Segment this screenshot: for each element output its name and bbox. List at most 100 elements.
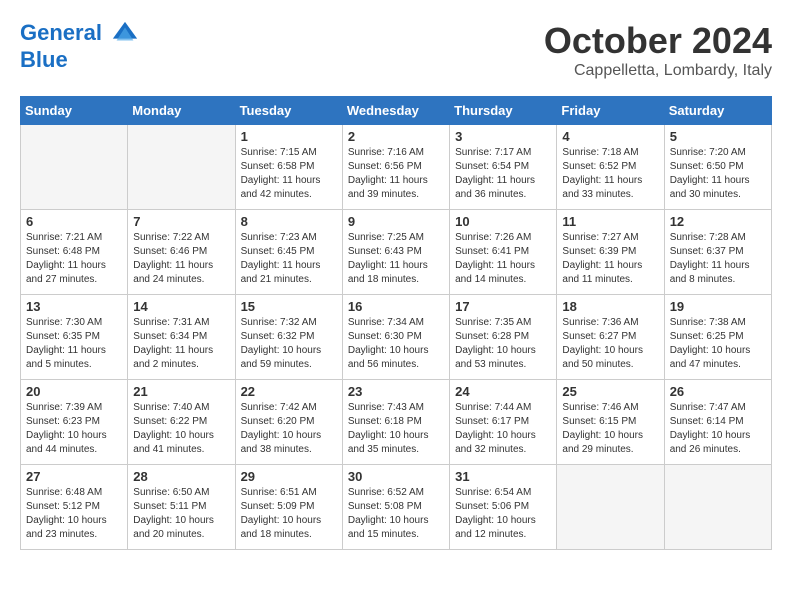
calendar-day-cell: 27 Sunrise: 6:48 AM Sunset: 5:12 PM Dayli… — [21, 465, 128, 550]
calendar-day-cell: 11 Sunrise: 7:27 AM Sunset: 6:39 PM Dayli… — [557, 210, 664, 295]
day-number: 3 — [455, 129, 551, 144]
day-number: 18 — [562, 299, 658, 314]
calendar-day-cell: 14 Sunrise: 7:31 AM Sunset: 6:34 PM Dayli… — [128, 295, 235, 380]
calendar-day-cell: 3 Sunrise: 7:17 AM Sunset: 6:54 PM Daylig… — [450, 125, 557, 210]
calendar-week-row: 13Sunrise: 7:30 AM Sunset: 6:35 PM Dayli… — [21, 295, 772, 380]
day-number: 23 — [348, 384, 444, 399]
day-info: Sunrise: 7:28 AM Sunset: 6:37 PM Dayligh… — [670, 231, 766, 287]
day-number: 15 — [241, 299, 337, 314]
day-info: Sunrise: 7:47 AM Sunset: 6:14 PM Dayligh… — [670, 401, 766, 457]
calendar-day-cell — [21, 125, 128, 210]
calendar-day-cell: 2 Sunrise: 7:16 AM Sunset: 6:56 PM Daylig… — [342, 125, 449, 210]
day-info: Sunrise: 6:48 AM Sunset: 5:12 PM Dayligh… — [26, 486, 122, 542]
day-number: 19 — [670, 299, 766, 314]
calendar-week-row: 1Sunrise: 7:15 AM Sunset: 6:58 PM Daylig… — [21, 125, 772, 210]
day-number: 20 — [26, 384, 122, 399]
day-info: Sunrise: 7:39 AM Sunset: 6:23 PM Dayligh… — [26, 401, 122, 457]
day-info: Sunrise: 7:36 AM Sunset: 6:27 PM Dayligh… — [562, 316, 658, 372]
day-number: 11 — [562, 214, 658, 229]
logo-icon — [111, 20, 139, 48]
day-number: 12 — [670, 214, 766, 229]
day-number: 2 — [348, 129, 444, 144]
calendar-day-cell: 19 Sunrise: 7:38 AM Sunset: 6:25 PM Dayli… — [664, 295, 771, 380]
weekday-header: Thursday — [450, 97, 557, 125]
calendar-header-row: SundayMondayTuesdayWednesdayThursdayFrid… — [21, 97, 772, 125]
day-number: 16 — [348, 299, 444, 314]
day-number: 31 — [455, 469, 551, 484]
day-info: Sunrise: 7:27 AM Sunset: 6:39 PM Dayligh… — [562, 231, 658, 287]
calendar-day-cell: 6 Sunrise: 7:21 AM Sunset: 6:48 PM Daylig… — [21, 210, 128, 295]
calendar-day-cell — [128, 125, 235, 210]
calendar-day-cell: 23 Sunrise: 7:43 AM Sunset: 6:18 PM Dayli… — [342, 380, 449, 465]
weekday-header: Wednesday — [342, 97, 449, 125]
day-info: Sunrise: 7:42 AM Sunset: 6:20 PM Dayligh… — [241, 401, 337, 457]
day-number: 30 — [348, 469, 444, 484]
weekday-header: Sunday — [21, 97, 128, 125]
day-number: 13 — [26, 299, 122, 314]
page-header: General Blue October 2024 Cappelletta, L… — [20, 20, 772, 80]
day-info: Sunrise: 7:38 AM Sunset: 6:25 PM Dayligh… — [670, 316, 766, 372]
calendar-day-cell: 16 Sunrise: 7:34 AM Sunset: 6:30 PM Dayli… — [342, 295, 449, 380]
day-info: Sunrise: 7:35 AM Sunset: 6:28 PM Dayligh… — [455, 316, 551, 372]
day-number: 1 — [241, 129, 337, 144]
day-info: Sunrise: 7:16 AM Sunset: 6:56 PM Dayligh… — [348, 146, 444, 202]
day-info: Sunrise: 7:32 AM Sunset: 6:32 PM Dayligh… — [241, 316, 337, 372]
day-info: Sunrise: 7:43 AM Sunset: 6:18 PM Dayligh… — [348, 401, 444, 457]
calendar-day-cell: 22 Sunrise: 7:42 AM Sunset: 6:20 PM Dayli… — [235, 380, 342, 465]
day-number: 14 — [133, 299, 229, 314]
day-info: Sunrise: 7:26 AM Sunset: 6:41 PM Dayligh… — [455, 231, 551, 287]
day-info: Sunrise: 6:51 AM Sunset: 5:09 PM Dayligh… — [241, 486, 337, 542]
calendar-day-cell: 9Sunrise: 7:25 AM Sunset: 6:43 PM Daylig… — [342, 210, 449, 295]
calendar-day-cell: 12 Sunrise: 7:28 AM Sunset: 6:37 PM Dayli… — [664, 210, 771, 295]
day-info: Sunrise: 6:52 AM Sunset: 5:08 PM Dayligh… — [348, 486, 444, 542]
calendar-week-row: 20 Sunrise: 7:39 AM Sunset: 6:23 PM Dayli… — [21, 380, 772, 465]
day-info: Sunrise: 7:21 AM Sunset: 6:48 PM Dayligh… — [26, 231, 122, 287]
weekday-header: Tuesday — [235, 97, 342, 125]
calendar-day-cell: 10Sunrise: 7:26 AM Sunset: 6:41 PM Dayli… — [450, 210, 557, 295]
weekday-header: Saturday — [664, 97, 771, 125]
calendar-day-cell: 28Sunrise: 6:50 AM Sunset: 5:11 PM Dayli… — [128, 465, 235, 550]
calendar-day-cell: 1Sunrise: 7:15 AM Sunset: 6:58 PM Daylig… — [235, 125, 342, 210]
day-number: 6 — [26, 214, 122, 229]
calendar-table: SundayMondayTuesdayWednesdayThursdayFrid… — [20, 96, 772, 550]
location-title: Cappelletta, Lombardy, Italy — [544, 62, 772, 80]
day-info: Sunrise: 6:54 AM Sunset: 5:06 PM Dayligh… — [455, 486, 551, 542]
day-number: 7 — [133, 214, 229, 229]
day-info: Sunrise: 7:44 AM Sunset: 6:17 PM Dayligh… — [455, 401, 551, 457]
month-title: October 2024 — [544, 20, 772, 62]
day-number: 26 — [670, 384, 766, 399]
day-info: Sunrise: 7:20 AM Sunset: 6:50 PM Dayligh… — [670, 146, 766, 202]
day-info: Sunrise: 7:18 AM Sunset: 6:52 PM Dayligh… — [562, 146, 658, 202]
logo-blue: Blue — [20, 48, 139, 72]
day-number: 24 — [455, 384, 551, 399]
calendar-day-cell: 13Sunrise: 7:30 AM Sunset: 6:35 PM Dayli… — [21, 295, 128, 380]
day-number: 29 — [241, 469, 337, 484]
day-number: 22 — [241, 384, 337, 399]
calendar-week-row: 6 Sunrise: 7:21 AM Sunset: 6:48 PM Daylig… — [21, 210, 772, 295]
day-info: Sunrise: 7:22 AM Sunset: 6:46 PM Dayligh… — [133, 231, 229, 287]
day-number: 21 — [133, 384, 229, 399]
day-info: Sunrise: 7:34 AM Sunset: 6:30 PM Dayligh… — [348, 316, 444, 372]
calendar-day-cell: 20 Sunrise: 7:39 AM Sunset: 6:23 PM Dayli… — [21, 380, 128, 465]
day-info: Sunrise: 7:40 AM Sunset: 6:22 PM Dayligh… — [133, 401, 229, 457]
calendar-day-cell: 31 Sunrise: 6:54 AM Sunset: 5:06 PM Dayli… — [450, 465, 557, 550]
day-number: 8 — [241, 214, 337, 229]
calendar-day-cell: 17 Sunrise: 7:35 AM Sunset: 6:28 PM Dayli… — [450, 295, 557, 380]
calendar-week-row: 27 Sunrise: 6:48 AM Sunset: 5:12 PM Dayli… — [21, 465, 772, 550]
day-info: Sunrise: 7:46 AM Sunset: 6:15 PM Dayligh… — [562, 401, 658, 457]
calendar-day-cell: 21 Sunrise: 7:40 AM Sunset: 6:22 PM Dayli… — [128, 380, 235, 465]
logo: General Blue — [20, 20, 139, 72]
weekday-header: Friday — [557, 97, 664, 125]
day-number: 9 — [348, 214, 444, 229]
calendar-day-cell: 8Sunrise: 7:23 AM Sunset: 6:45 PM Daylig… — [235, 210, 342, 295]
calendar-day-cell: 25Sunrise: 7:46 AM Sunset: 6:15 PM Dayli… — [557, 380, 664, 465]
day-number: 27 — [26, 469, 122, 484]
day-number: 28 — [133, 469, 229, 484]
day-number: 17 — [455, 299, 551, 314]
calendar-day-cell: 7 Sunrise: 7:22 AM Sunset: 6:46 PM Daylig… — [128, 210, 235, 295]
day-info: Sunrise: 7:17 AM Sunset: 6:54 PM Dayligh… — [455, 146, 551, 202]
calendar-day-cell: 24 Sunrise: 7:44 AM Sunset: 6:17 PM Dayli… — [450, 380, 557, 465]
calendar-day-cell — [557, 465, 664, 550]
day-info: Sunrise: 7:31 AM Sunset: 6:34 PM Dayligh… — [133, 316, 229, 372]
calendar-day-cell: 29 Sunrise: 6:51 AM Sunset: 5:09 PM Dayli… — [235, 465, 342, 550]
